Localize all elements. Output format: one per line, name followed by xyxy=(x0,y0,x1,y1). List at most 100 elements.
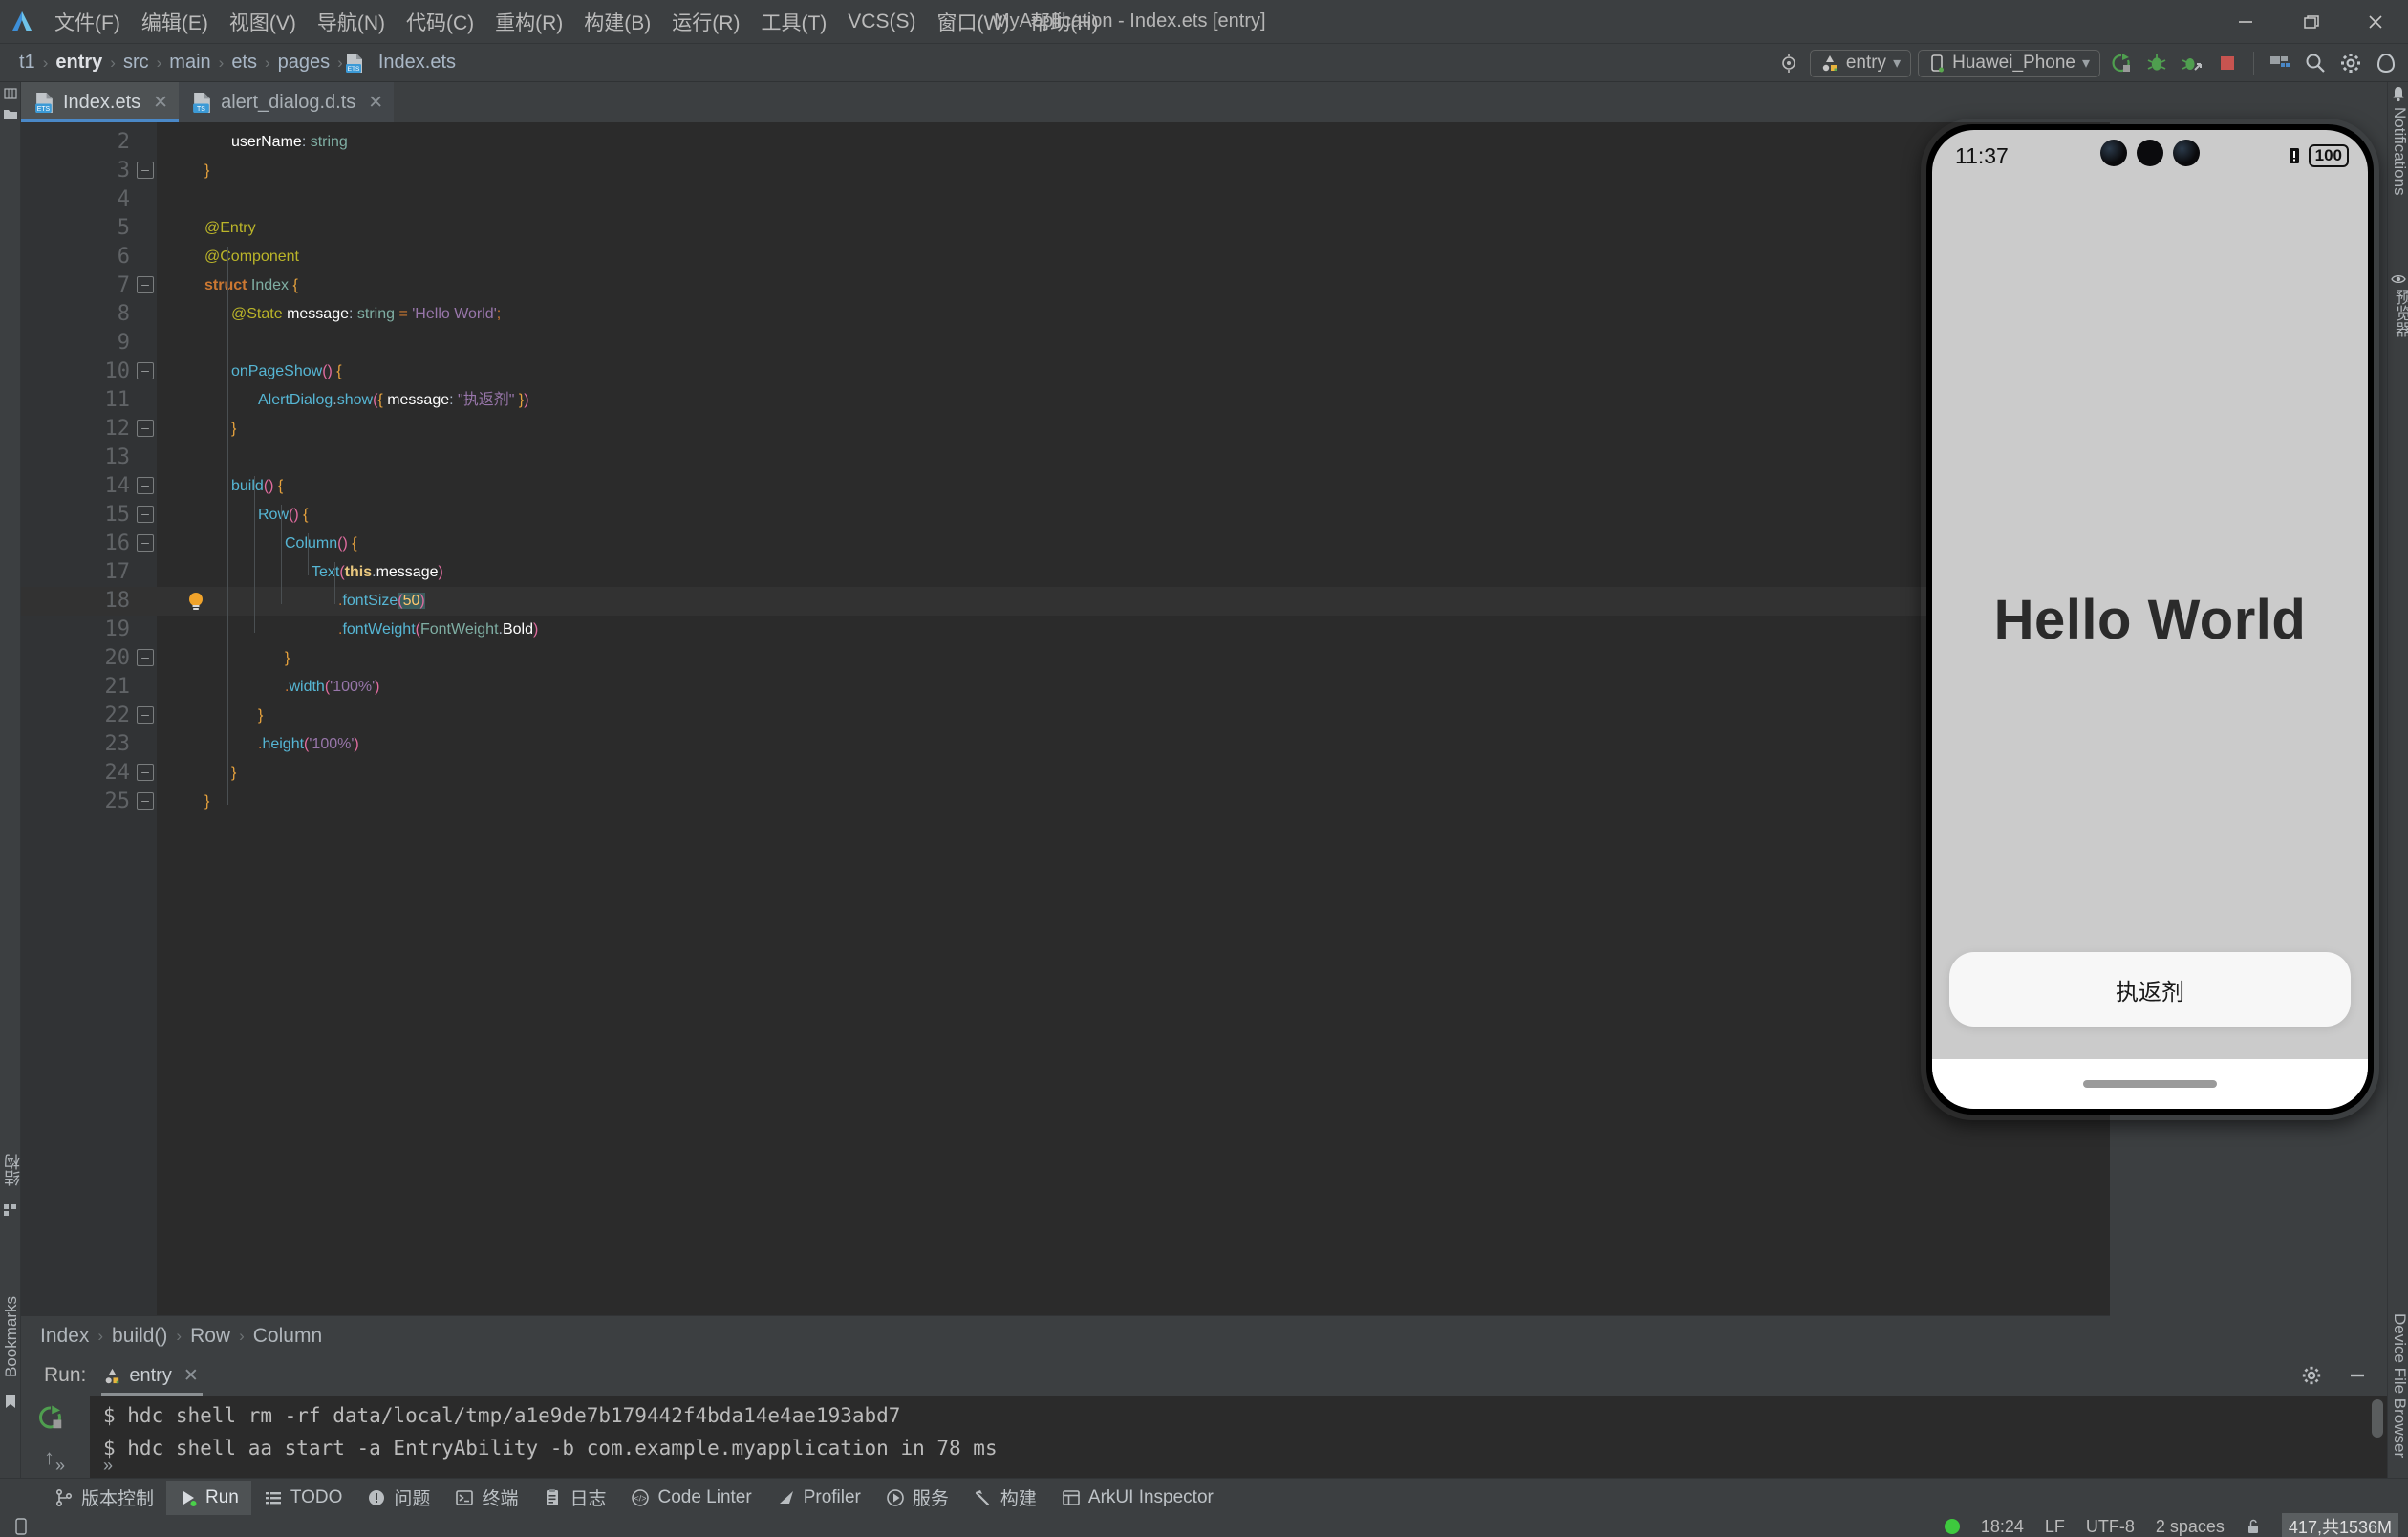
structure-crumb-build[interactable]: build() xyxy=(106,1325,173,1348)
maximize-button[interactable] xyxy=(2278,0,2343,44)
code-line[interactable]: } xyxy=(204,157,209,185)
fold-start-icon[interactable]: – xyxy=(137,534,154,552)
menu-build[interactable]: 构建(B) xyxy=(573,5,661,39)
search-icon[interactable] xyxy=(2301,49,2330,77)
menu-file[interactable]: 文件(F) xyxy=(44,5,131,39)
intention-bulb-icon[interactable] xyxy=(183,589,208,614)
device-selector[interactable]: Huawei_Phone ▾ xyxy=(1918,50,2100,77)
code-line[interactable]: @Entry xyxy=(204,214,256,243)
menu-vcs[interactable]: VCS(S) xyxy=(837,8,926,36)
line-separator[interactable]: LF xyxy=(2045,1517,2065,1537)
sidebar-item-structure[interactable]: 结构 xyxy=(2,1154,26,1191)
sidebar-item-device-file-browser[interactable]: Device File Browser xyxy=(2390,1313,2408,1462)
run-icon[interactable] xyxy=(2107,49,2136,77)
breadcrumb-item-ets[interactable]: ets xyxy=(226,52,263,74)
structure-crumb-index[interactable]: Index xyxy=(34,1325,95,1348)
bottom-tool-profiler[interactable]: Profiler xyxy=(764,1481,873,1515)
phone-screen[interactable]: 11:37 xyxy=(1932,130,2368,1109)
expand-right-icon[interactable]: » xyxy=(103,1456,113,1476)
bottom-tool-----[interactable]: 版本控制 xyxy=(42,1481,166,1515)
fold-end-icon[interactable]: – xyxy=(137,162,154,179)
code-line[interactable]: } xyxy=(285,644,290,673)
menu-view[interactable]: 视图(V) xyxy=(219,5,307,39)
code-line[interactable]: .height('100%') xyxy=(258,730,359,759)
scroll-up-icon[interactable]: ↑ xyxy=(44,1445,54,1470)
gear-icon[interactable] xyxy=(2297,1361,2326,1390)
memory-indicator[interactable]: 417,共1536M xyxy=(2282,1513,2398,1537)
bottom-tool---[interactable]: 日志 xyxy=(530,1481,618,1515)
bottom-tool-run[interactable]: Run xyxy=(166,1481,251,1515)
sidebar-item-bookmarks[interactable]: Bookmarks xyxy=(2,1296,21,1382)
project-structure-icon[interactable] xyxy=(2266,49,2294,77)
debug-icon[interactable] xyxy=(2142,49,2171,77)
code-line[interactable]: onPageShow() { xyxy=(231,357,342,386)
bottom-tool-arkui-inspector[interactable]: ArkUI Inspector xyxy=(1049,1481,1226,1515)
menu-refactor[interactable]: 重构(R) xyxy=(484,5,573,39)
code-line[interactable]: @Component xyxy=(204,243,299,271)
code-line[interactable]: Column() { xyxy=(285,530,357,558)
bottom-tool-todo[interactable]: TODO xyxy=(251,1481,355,1515)
fold-start-icon[interactable]: – xyxy=(137,506,154,523)
bottom-tool---[interactable]: 终端 xyxy=(442,1481,530,1515)
project-icon[interactable] xyxy=(3,88,18,103)
fold-start-icon[interactable]: – xyxy=(137,276,154,293)
breadcrumb-item-pages[interactable]: pages xyxy=(272,52,336,74)
phone-home-indicator[interactable] xyxy=(2083,1080,2217,1088)
code-line[interactable]: @State message: string = 'Hello World'; xyxy=(231,300,501,329)
fold-end-icon[interactable]: – xyxy=(137,649,154,666)
settings-icon[interactable] xyxy=(2336,49,2365,77)
bottom-tool---[interactable]: 服务 xyxy=(873,1481,961,1515)
sidebar-item-previewer[interactable]: 预览器 xyxy=(2390,289,2408,342)
breadcrumb-item-src[interactable]: src xyxy=(118,52,155,74)
code-line[interactable]: AlertDialog.show({ message: "执返剂" }) xyxy=(258,386,529,415)
editor-tab-index-ets[interactable]: ETSIndex.ets✕ xyxy=(21,82,179,122)
alert-dialog-toast[interactable]: 执返剂 xyxy=(1949,952,2351,1027)
code-editor[interactable]: 2userName: string3–}45@Entry6@Component7… xyxy=(21,122,2110,1315)
close-button[interactable] xyxy=(2343,0,2408,44)
fold-end-icon[interactable]: – xyxy=(137,792,154,810)
close-icon[interactable]: ✕ xyxy=(368,92,383,114)
caret-position[interactable]: 18:24 xyxy=(1981,1517,2024,1537)
menu-navigate[interactable]: 导航(N) xyxy=(307,5,396,39)
minimize-icon[interactable] xyxy=(2343,1361,2372,1390)
fold-end-icon[interactable]: – xyxy=(137,764,154,781)
stop-icon[interactable] xyxy=(2213,49,2242,77)
code-line[interactable]: } xyxy=(258,702,263,730)
run-console-output[interactable]: $ hdc shell rm -rf data/local/tmp/a1e9de… xyxy=(90,1396,2387,1478)
rerun-icon[interactable] xyxy=(36,1403,65,1432)
code-line[interactable]: struct Index { xyxy=(204,271,298,300)
code-line[interactable]: .fontSize(50) xyxy=(338,587,425,616)
menu-tools[interactable]: 工具(T) xyxy=(750,5,837,39)
code-line[interactable]: Text(this.message) xyxy=(312,558,443,587)
console-scroll-thumb[interactable] xyxy=(2372,1399,2383,1438)
menu-run[interactable]: 运行(R) xyxy=(661,5,750,39)
menu-edit[interactable]: 编辑(E) xyxy=(131,5,219,39)
breadcrumb-item-indexets[interactable]: Index.ets xyxy=(373,52,462,74)
code-line[interactable]: Row() { xyxy=(258,501,308,530)
editor-tab-alert_dialog-d-ts[interactable]: TSalert_dialog.d.ts✕ xyxy=(179,82,394,122)
expand-left-icon[interactable]: » xyxy=(55,1456,65,1476)
account-icon[interactable] xyxy=(2372,49,2400,77)
fold-start-icon[interactable]: – xyxy=(137,362,154,379)
code-line[interactable]: } xyxy=(231,759,236,788)
fold-end-icon[interactable]: – xyxy=(137,420,154,437)
device-mirror[interactable]: 11:37 xyxy=(1921,119,2379,1120)
bottom-tool-code-linter[interactable]: </>Code Linter xyxy=(618,1481,763,1515)
bottom-tool---[interactable]: 构建 xyxy=(961,1481,1049,1515)
device-icon[interactable] xyxy=(13,1518,29,1535)
target-icon[interactable] xyxy=(1774,49,1803,77)
close-icon[interactable]: ✕ xyxy=(183,1365,199,1387)
breadcrumb-item-entry[interactable]: entry xyxy=(50,52,108,74)
code-line[interactable]: build() { xyxy=(231,472,283,501)
run-configuration-selector[interactable]: entry ▾ xyxy=(1810,50,1911,77)
close-icon[interactable]: ✕ xyxy=(153,92,168,114)
fold-end-icon[interactable]: – xyxy=(137,706,154,724)
attach-debug-icon[interactable] xyxy=(2178,49,2206,77)
folder-icon[interactable] xyxy=(3,107,18,120)
run-tab-entry[interactable]: entry ✕ xyxy=(96,1361,207,1391)
structure-crumb-column[interactable]: Column xyxy=(247,1325,328,1348)
indent-setting[interactable]: 2 spaces xyxy=(2156,1517,2225,1537)
minimize-button[interactable] xyxy=(2213,0,2278,44)
file-encoding[interactable]: UTF-8 xyxy=(2086,1517,2135,1537)
menu-code[interactable]: 代码(C) xyxy=(396,5,484,39)
